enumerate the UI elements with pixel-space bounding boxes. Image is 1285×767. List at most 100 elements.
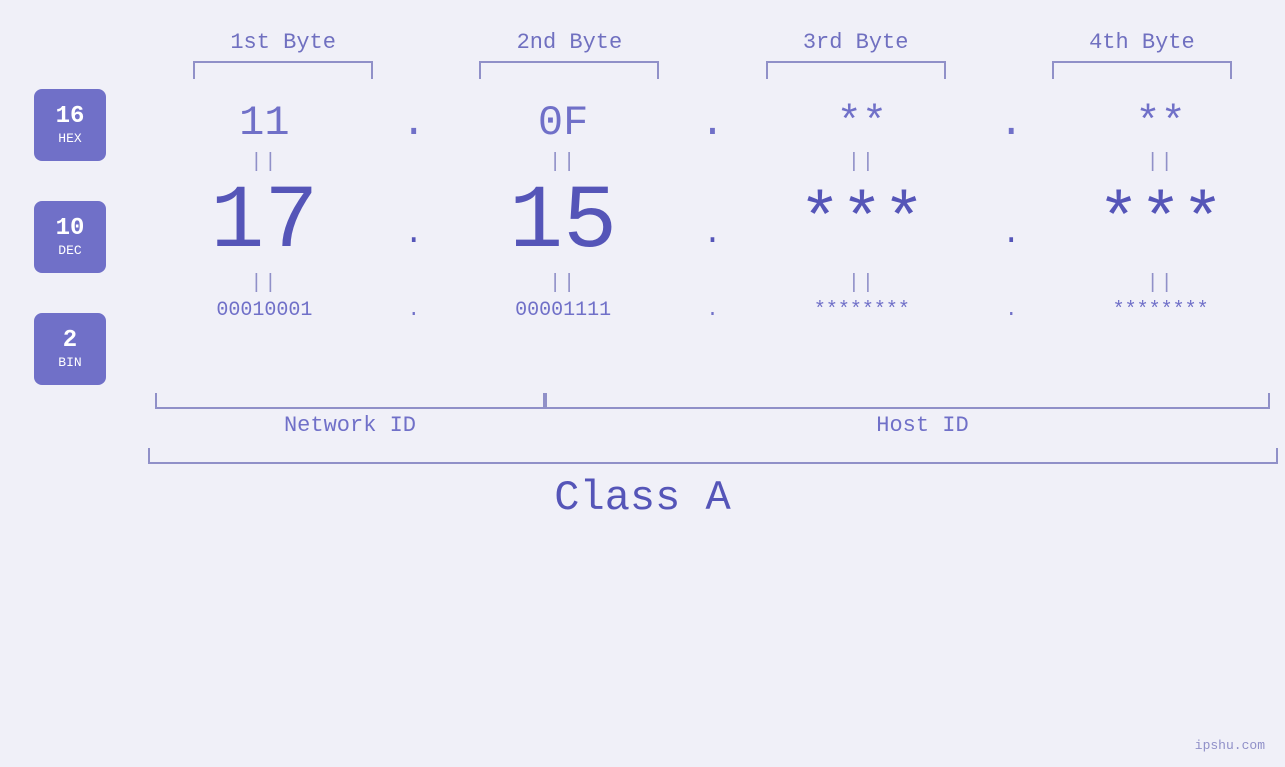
dec-cell-2: 15 (439, 178, 688, 268)
hex-val-3: ** (837, 99, 887, 147)
eq-sign-7: || (848, 272, 876, 295)
network-id-bracket (155, 393, 545, 409)
class-label: Class A (554, 474, 730, 522)
hex-cell-1: 11 (140, 99, 389, 147)
dec-sep-2: . (688, 215, 738, 232)
bin-val-4: ******** (1113, 299, 1209, 322)
hex-val-1: 11 (239, 99, 289, 147)
class-bracket (148, 448, 1278, 464)
dec-dot-2: . (703, 215, 722, 252)
badges-column: 16 HEX 10 DEC 2 BIN (0, 89, 140, 385)
bin-cell-2: 00001111 (439, 299, 688, 322)
bin-dot-3: . (1005, 299, 1017, 322)
hex-sep-1: . (389, 99, 439, 147)
top-bracket-1 (193, 61, 373, 79)
eq-cell-1: || (140, 151, 389, 174)
bin-sep-3: . (986, 299, 1036, 322)
hex-row: 11 . 0F . ** . ** (140, 99, 1285, 147)
bracket-cell-4 (999, 61, 1285, 79)
hex-dot-2: . (700, 99, 725, 147)
dec-val-2: 15 (509, 178, 617, 268)
eq-cell-3: || (738, 151, 987, 174)
hex-badge: 16 HEX (34, 89, 106, 161)
eq-sign-3: || (848, 151, 876, 174)
bin-badge: 2 BIN (34, 313, 106, 385)
eq-sign-6: || (549, 272, 577, 295)
eq-cell-6: || (439, 272, 688, 295)
dec-row: 17 . 15 . *** . *** (140, 178, 1285, 268)
eq-cell-2: || (439, 151, 688, 174)
bin-cell-4: ******** (1036, 299, 1285, 322)
bin-dot-1: . (408, 299, 420, 322)
dec-val-4: *** (1098, 188, 1224, 258)
dec-badge: 10 DEC (34, 201, 106, 273)
hex-cell-3: ** (738, 99, 987, 147)
eq-sign-1: || (250, 151, 278, 174)
bin-badge-number: 2 (63, 329, 77, 353)
data-grid: 11 . 0F . ** . ** (140, 89, 1285, 385)
dec-val-3: *** (799, 188, 925, 258)
host-id-label: Host ID (560, 413, 1285, 438)
class-label-row: Class A (0, 474, 1285, 522)
eq-sign-8: || (1147, 272, 1175, 295)
id-labels-row: Network ID Host ID (140, 413, 1285, 438)
eq-sign-2: || (549, 151, 577, 174)
bin-val-3: ******** (814, 299, 910, 322)
bin-badge-label: BIN (58, 355, 81, 370)
eq-sign-4: || (1147, 151, 1175, 174)
hex-cell-2: 0F (439, 99, 688, 147)
top-bracket-2 (479, 61, 659, 79)
eq-cell-8: || (1036, 272, 1285, 295)
bin-row: 00010001 . 00001111 . ******** . (140, 299, 1285, 322)
main-container: 1st Byte 2nd Byte 3rd Byte 4th Byte 16 H… (0, 0, 1285, 767)
byte-label-4: 4th Byte (999, 30, 1285, 55)
eq-sign-5: || (250, 272, 278, 295)
bin-sep-1: . (389, 299, 439, 322)
bracket-cell-2 (426, 61, 712, 79)
dec-val-1: 17 (210, 178, 318, 268)
bin-cell-1: 00010001 (140, 299, 389, 322)
eq-cell-4: || (1036, 151, 1285, 174)
dec-sep-3: . (986, 215, 1036, 232)
host-id-bracket (545, 393, 1270, 409)
equals-row-1: || || || || (140, 151, 1285, 174)
equals-row-2: || || || || (140, 272, 1285, 295)
top-bracket-3 (766, 61, 946, 79)
hex-val-4: ** (1135, 99, 1185, 147)
top-bracket-4 (1052, 61, 1232, 79)
bin-dot-2: . (706, 299, 718, 322)
hex-sep-3: . (986, 99, 1036, 147)
dec-badge-number: 10 (56, 217, 85, 241)
hex-dot-3: . (999, 99, 1024, 147)
hex-badge-number: 16 (56, 105, 85, 129)
hex-sep-2: . (688, 99, 738, 147)
hex-val-2: 0F (538, 99, 588, 147)
bottom-bracket-area (140, 393, 1285, 409)
dec-dot-3: . (1002, 215, 1021, 252)
bin-sep-2: . (688, 299, 738, 322)
dec-cell-4: *** (1036, 188, 1285, 258)
byte-label-2: 2nd Byte (426, 30, 712, 55)
top-bracket-row (0, 61, 1285, 79)
eq-cell-5: || (140, 272, 389, 295)
dec-cell-3: *** (738, 188, 987, 258)
eq-cell-7: || (738, 272, 987, 295)
byte-labels-row: 1st Byte 2nd Byte 3rd Byte 4th Byte (0, 30, 1285, 55)
dec-dot-1: . (404, 215, 423, 252)
dec-sep-1: . (389, 215, 439, 232)
hex-dot-1: . (401, 99, 426, 147)
bin-val-2: 00001111 (515, 299, 611, 322)
dec-badge-label: DEC (58, 243, 81, 258)
bracket-cell-3 (713, 61, 999, 79)
network-id-label: Network ID (140, 413, 560, 438)
dec-cell-1: 17 (140, 178, 389, 268)
bin-cell-3: ******** (738, 299, 987, 322)
byte-label-1: 1st Byte (140, 30, 426, 55)
watermark: ipshu.com (1195, 738, 1265, 753)
hex-badge-label: HEX (58, 131, 81, 146)
bin-val-1: 00010001 (216, 299, 312, 322)
content-area: 16 HEX 10 DEC 2 BIN 11 . (0, 89, 1285, 385)
bracket-cell-1 (140, 61, 426, 79)
hex-cell-4: ** (1036, 99, 1285, 147)
byte-label-3: 3rd Byte (713, 30, 999, 55)
